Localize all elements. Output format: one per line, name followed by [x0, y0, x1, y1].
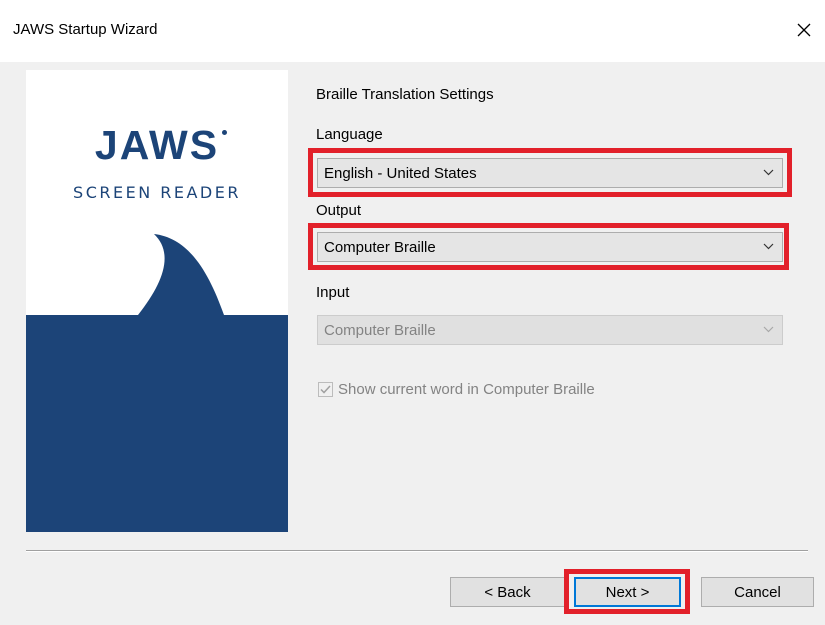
output-label: Output: [316, 202, 362, 219]
chevron-down-icon: [763, 243, 774, 250]
cancel-button[interactable]: Cancel: [701, 577, 814, 607]
close-icon: [797, 23, 811, 37]
input-label: Input: [316, 284, 350, 301]
language-label: Language: [316, 126, 383, 143]
section-title: Braille Translation Settings: [316, 86, 494, 103]
chevron-down-icon: [763, 169, 774, 176]
close-button[interactable]: [786, 12, 822, 48]
input-value: Computer Braille: [324, 322, 436, 339]
logo-subtitle: SCREEN READER: [73, 183, 241, 202]
checkmark-icon: [320, 384, 331, 394]
input-select[interactable]: Computer Braille: [317, 315, 783, 345]
footer-separator: [26, 550, 808, 552]
language-value: English - United States: [324, 165, 477, 182]
title-bar: JAWS Startup Wizard: [0, 0, 825, 62]
output-value: Computer Braille: [324, 239, 436, 256]
back-button[interactable]: < Back: [450, 577, 565, 607]
next-button[interactable]: Next >: [574, 577, 681, 607]
output-select[interactable]: Computer Braille: [317, 232, 783, 262]
registered-mark: [222, 130, 227, 135]
branding-panel: JAWS SCREEN READER: [26, 70, 288, 532]
show-word-checkbox-row[interactable]: Show current word in Computer Braille: [318, 380, 595, 398]
jaws-logo: JAWS: [94, 122, 220, 168]
show-word-checkbox-label: Show current word in Computer Braille: [338, 380, 595, 398]
show-word-checkbox[interactable]: [318, 381, 333, 397]
chevron-down-icon: [763, 326, 774, 333]
window-title: JAWS Startup Wizard: [13, 21, 158, 38]
language-select[interactable]: English - United States: [317, 158, 783, 188]
